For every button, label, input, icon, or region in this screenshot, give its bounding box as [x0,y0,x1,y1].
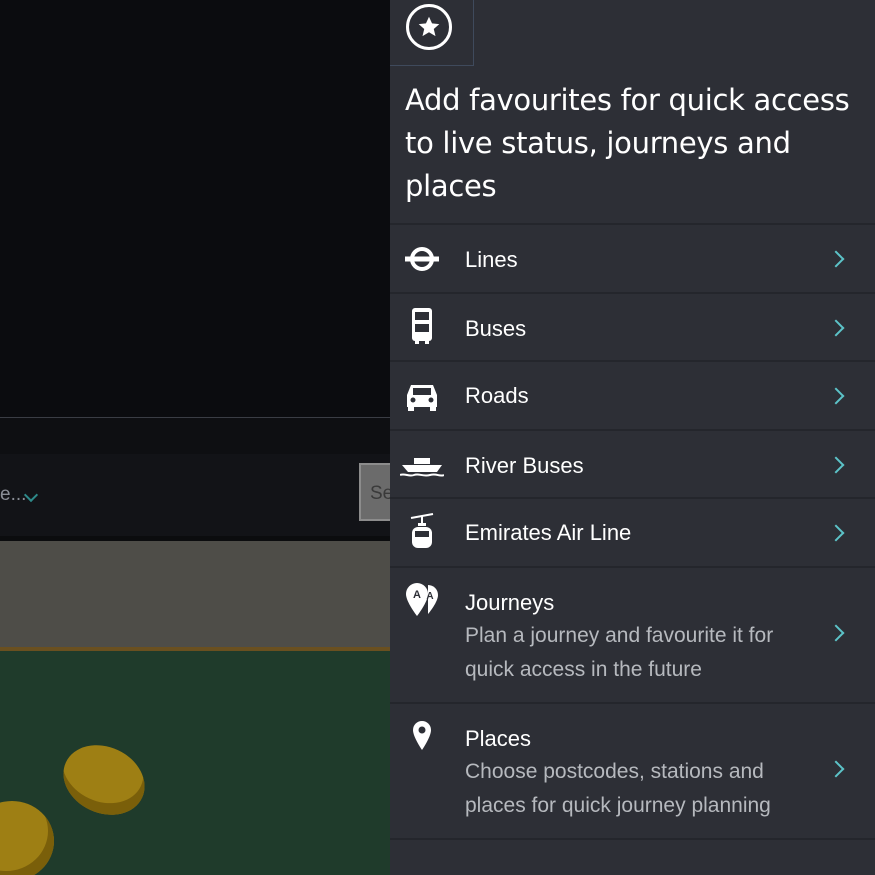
menu-item-label: Roads [465,383,529,408]
coin-illustration [0,801,54,875]
chevron-right-icon[interactable] [827,456,845,474]
car-icon [404,378,440,414]
location-pin-icon [404,718,440,754]
menu-item-label: Journeys [465,590,555,615]
roundel-icon [404,241,440,277]
chevron-right-icon[interactable] [827,760,845,778]
bus-icon [404,308,440,344]
boat-icon [400,447,444,483]
search-input[interactable]: Se [359,463,390,521]
dark-banner [0,0,390,418]
menu-item-label: River Buses [465,453,584,478]
chevron-right-icon[interactable] [827,319,845,337]
menu-item-roads[interactable]: Roads [390,360,875,429]
chevron-right-icon[interactable] [827,250,845,268]
svg-text:A: A [413,589,421,601]
menu-item-label: Places [465,726,532,751]
promo-image [0,651,390,875]
menu-item-places[interactable]: Places Choose postcodes, stations and pl… [390,702,875,840]
menu-item-label: Buses [465,316,527,341]
journey-pins-icon: AA [404,582,440,618]
menu-item-description: Plan a journey and favourite it for quic… [465,624,774,681]
menu-item-emirates-air-line[interactable]: Emirates Air Line [390,497,875,566]
filter-bar [0,454,390,536]
filter-dropdown[interactable]: e... [0,484,26,506]
grey-banner [0,541,390,647]
favourites-panel: Add favourites for quick access to live … [390,0,875,875]
favourites-menu: Lines Buses Roads River Buses Emirates A… [390,223,875,840]
favourites-tab[interactable] [390,0,474,66]
menu-item-lines[interactable]: Lines [390,223,875,292]
coin-illustration [51,732,157,828]
menu-item-label: Lines [465,247,518,272]
svg-text:A: A [426,591,433,602]
chevron-right-icon[interactable] [827,624,845,642]
cable-car-icon [404,513,440,549]
menu-item-description: Choose postcodes, stations and places fo… [465,760,771,817]
search-placeholder: Se [370,483,390,504]
chevron-right-icon[interactable] [827,387,845,405]
menu-item-journeys[interactable]: AA Journeys Plan a journey and favourite… [390,566,875,702]
background-page: e... Se [0,0,390,875]
chevron-right-icon[interactable] [827,524,845,542]
panel-title: Add favourites for quick access to live … [405,83,850,203]
star-icon [406,4,452,50]
menu-item-buses[interactable]: Buses [390,292,875,360]
dark-strip [0,418,390,454]
menu-item-label: Emirates Air Line [465,520,632,545]
menu-item-river-buses[interactable]: River Buses [390,429,875,497]
